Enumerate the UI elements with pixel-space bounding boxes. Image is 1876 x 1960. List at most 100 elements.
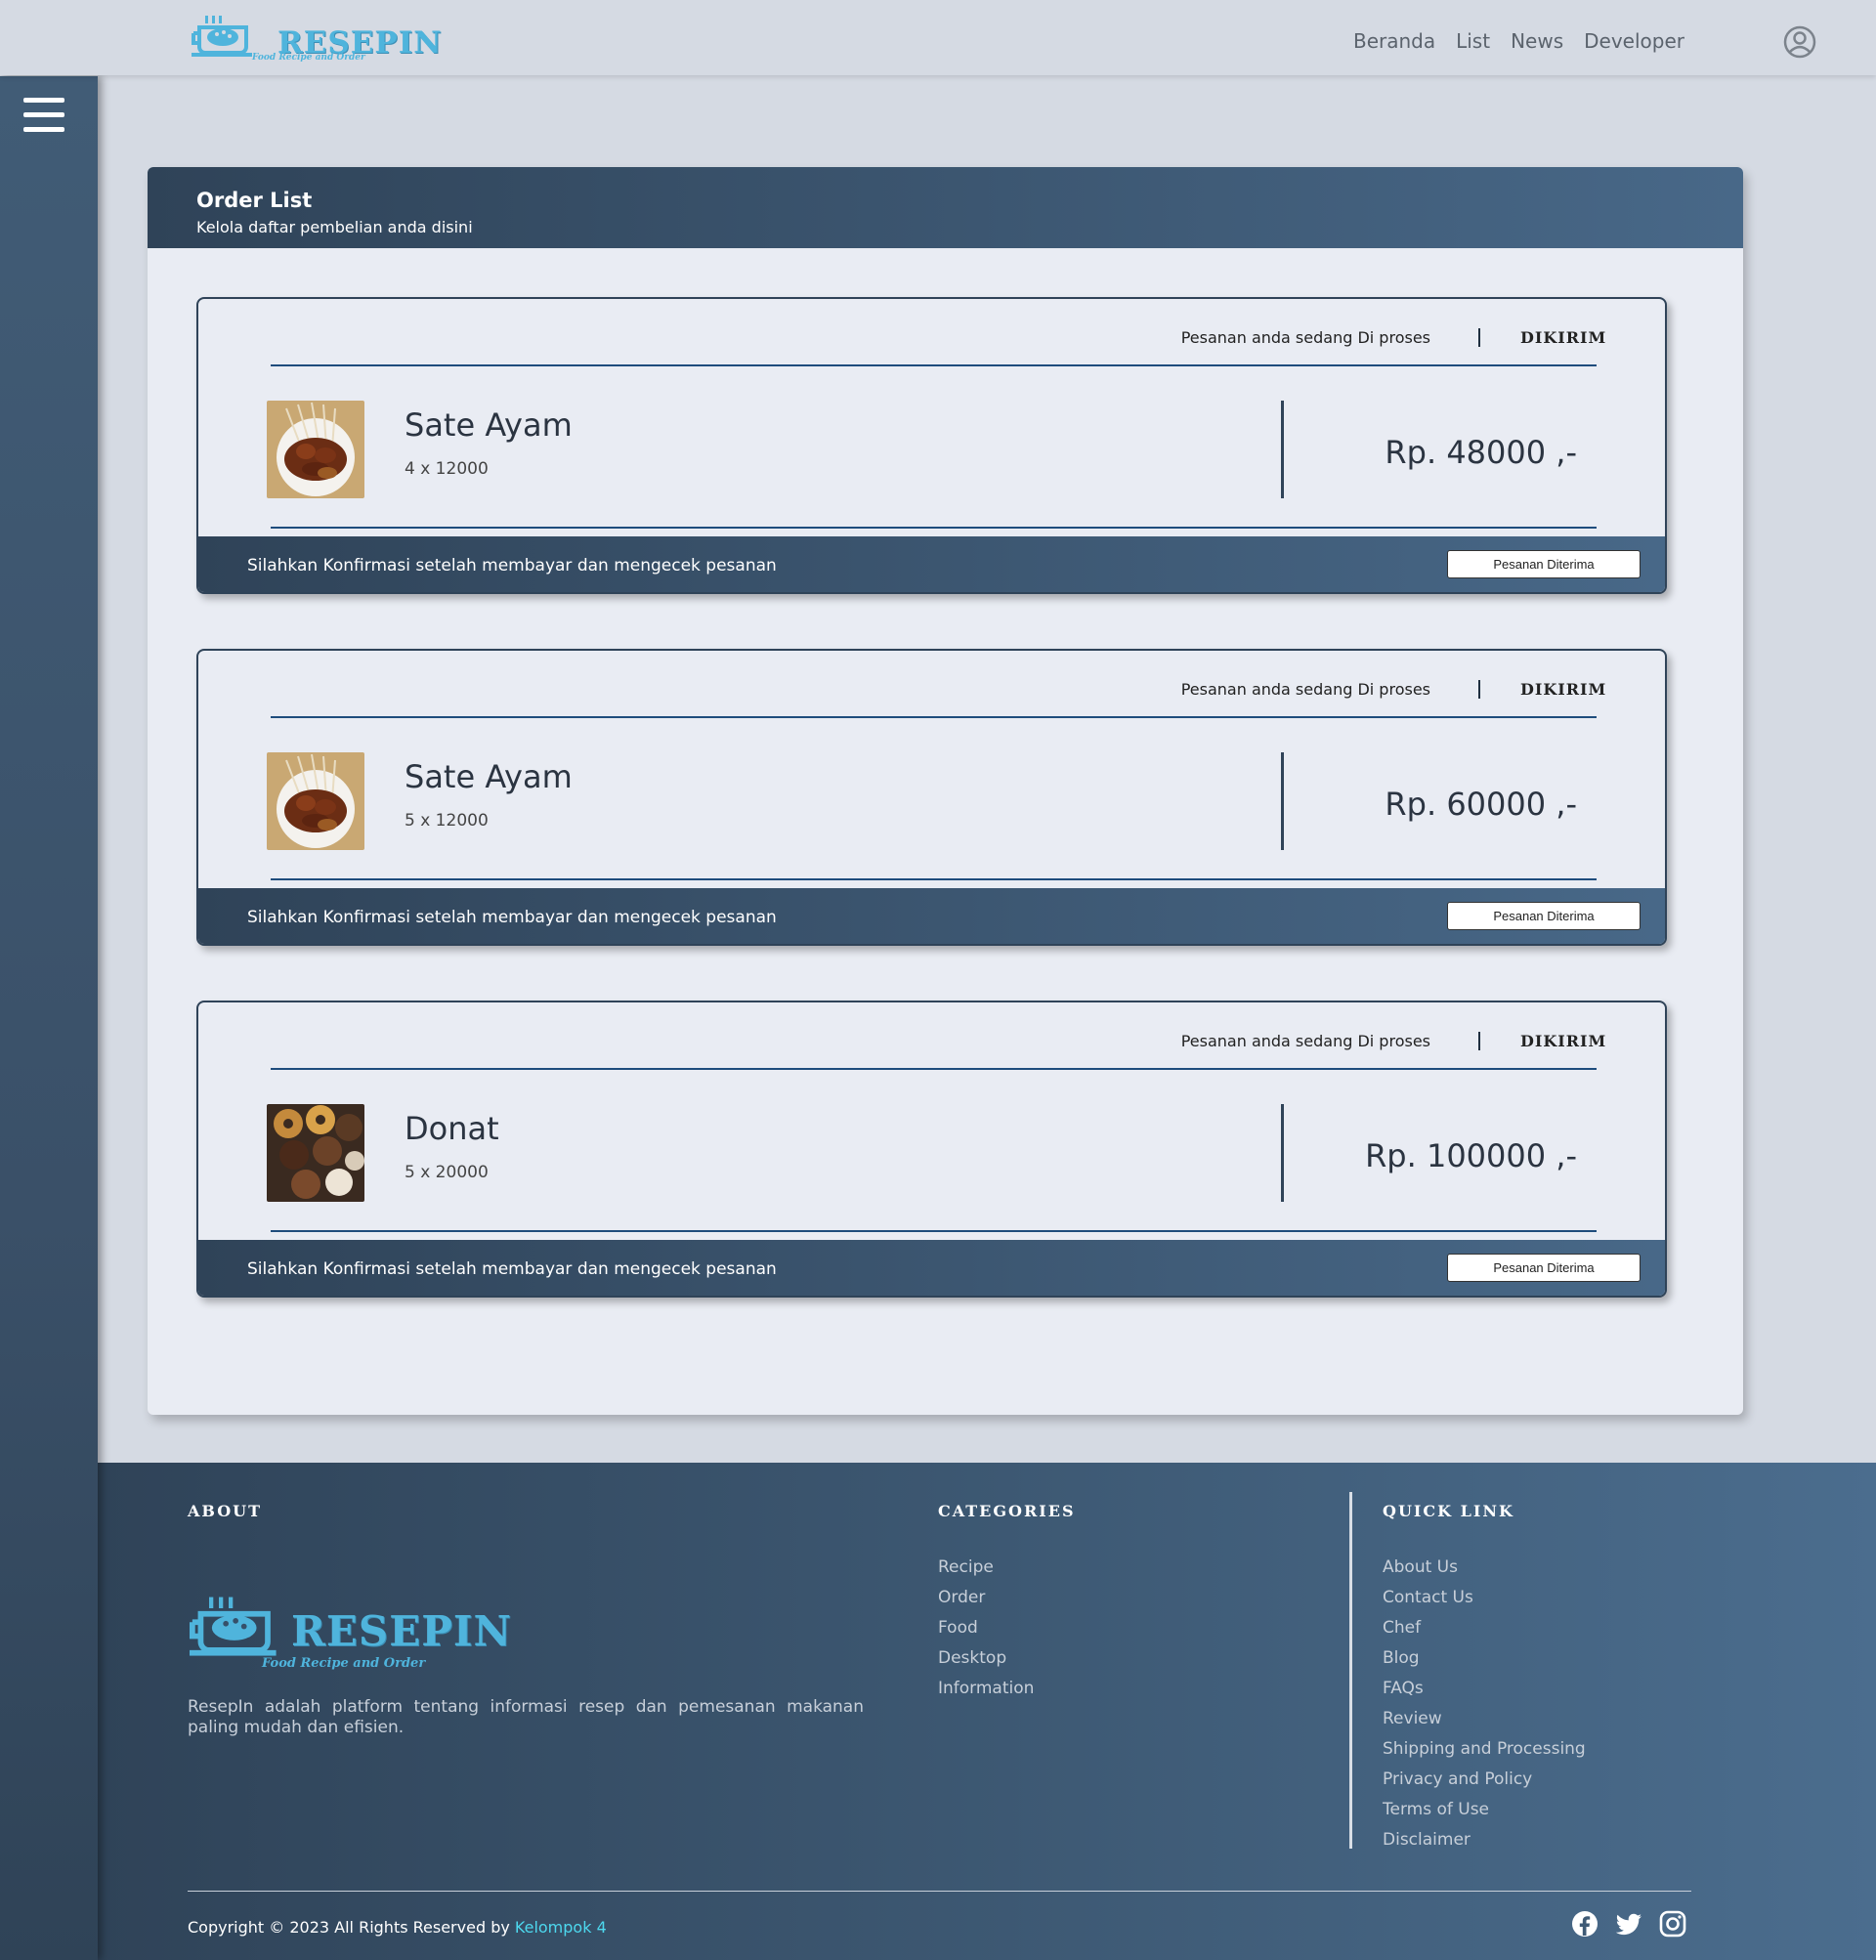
copyright-text: Copyright © 2023 All Rights Reserved by …: [188, 1918, 607, 1937]
category-link-information[interactable]: Information: [938, 1679, 1034, 1698]
quicklink-blog[interactable]: Blog: [1383, 1648, 1420, 1668]
quick-link-list: About Us Contact Us Chef Blog FAQs Revie…: [1383, 1553, 1586, 1855]
status-separator: [1478, 680, 1480, 699]
status-separator: [1478, 328, 1480, 347]
order-status-text: Pesanan anda sedang Di proses: [1180, 328, 1430, 347]
copyright-label: Copyright © 2023 All Rights Reserved by: [188, 1918, 510, 1937]
sate-ayam-image: [267, 401, 364, 498]
order-card-footer: Silahkan Konfirmasi setelah membayar dan…: [198, 888, 1665, 944]
item-name: Sate Ayam: [405, 758, 573, 795]
top-navbar: RESEPIN Food Recipe and Order Beranda Li…: [0, 0, 1876, 75]
copyright-author-link[interactable]: Kelompok 4: [515, 1918, 607, 1937]
order-card: Pesanan anda sedang Di proses DIKIRIM Sa…: [196, 297, 1667, 594]
list-item: About Us: [1383, 1553, 1586, 1583]
price-divider: [1281, 752, 1284, 850]
list-item: Privacy and Policy: [1383, 1765, 1586, 1795]
page-title: Order List: [196, 189, 313, 212]
order-status-text: Pesanan anda sedang Di proses: [1180, 1032, 1430, 1050]
list-item: Contact Us: [1383, 1583, 1586, 1613]
order-received-button[interactable]: Pesanan Diterima: [1447, 1254, 1641, 1282]
footer-brand-tagline: Food Recipe and Order: [262, 1656, 426, 1671]
sidebar: [0, 76, 98, 1960]
quick-link-heading: QUICK LINK: [1383, 1502, 1514, 1520]
divider: [271, 1068, 1597, 1070]
twitter-icon[interactable]: [1615, 1910, 1642, 1938]
order-list-header: Order List Kelola daftar pembelian anda …: [148, 167, 1743, 248]
order-list-panel: Order List Kelola daftar pembelian anda …: [148, 167, 1743, 1415]
hamburger-menu-icon[interactable]: [23, 98, 64, 133]
food-tray-logo-icon: [190, 1597, 277, 1656]
quicklink-terms[interactable]: Terms of Use: [1383, 1800, 1489, 1819]
list-item: Disclaimer: [1383, 1825, 1586, 1855]
status-badge: DIKIRIM: [1520, 1032, 1607, 1050]
order-received-button[interactable]: Pesanan Diterima: [1447, 550, 1641, 578]
status-badge: DIKIRIM: [1520, 680, 1607, 699]
category-link-recipe[interactable]: Recipe: [938, 1557, 994, 1577]
list-item: Order: [938, 1583, 1034, 1613]
confirm-instruction: Silahkan Konfirmasi setelah membayar dan…: [247, 1259, 777, 1279]
item-name: Donat: [405, 1110, 499, 1147]
categories-heading: CATEGORIES: [938, 1502, 1076, 1520]
order-card: Pesanan anda sedang Di proses DIKIRIM Do…: [196, 1001, 1667, 1298]
list-item: Information: [938, 1674, 1034, 1704]
category-link-food[interactable]: Food: [938, 1618, 978, 1638]
status-separator: [1478, 1032, 1480, 1050]
nav-link-news[interactable]: News: [1511, 29, 1563, 53]
nav-link-developer[interactable]: Developer: [1584, 29, 1684, 53]
order-total-price: Rp. 60000 ,-: [1385, 786, 1577, 823]
footer-column-divider: [1349, 1492, 1352, 1849]
list-item: Recipe: [938, 1553, 1034, 1583]
order-card-footer: Silahkan Konfirmasi setelah membayar dan…: [198, 536, 1665, 592]
user-circle-icon[interactable]: [1783, 25, 1816, 59]
category-link-order[interactable]: Order: [938, 1588, 985, 1607]
footer-brand-wordmark: RESEPIN: [291, 1607, 512, 1655]
divider: [271, 716, 1597, 718]
footer-brand-logo: RESEPIN Food Recipe and Order: [190, 1594, 511, 1672]
category-link-desktop[interactable]: Desktop: [938, 1648, 1006, 1668]
quicklink-shipping[interactable]: Shipping and Processing: [1383, 1739, 1586, 1759]
sate-ayam-image: [267, 752, 364, 850]
facebook-icon[interactable]: [1571, 1910, 1599, 1938]
list-item: Shipping and Processing: [1383, 1734, 1586, 1765]
confirm-instruction: Silahkan Konfirmasi setelah membayar dan…: [247, 556, 777, 575]
order-card: Pesanan anda sedang Di proses DIKIRIM Sa…: [196, 649, 1667, 946]
item-quantity: 4 x 12000: [405, 459, 489, 479]
nav-link-beranda[interactable]: Beranda: [1353, 29, 1435, 53]
divider: [271, 527, 1597, 529]
instagram-icon[interactable]: [1659, 1910, 1686, 1938]
nav-link-list[interactable]: List: [1456, 29, 1490, 53]
about-heading: ABOUT: [188, 1502, 263, 1520]
quicklink-chef[interactable]: Chef: [1383, 1618, 1421, 1638]
site-footer: ABOUT RESEPIN Food Recipe and Order Rese…: [98, 1463, 1876, 1960]
order-received-button[interactable]: Pesanan Diterima: [1447, 902, 1641, 930]
divider: [271, 878, 1597, 880]
quicklink-disclaimer[interactable]: Disclaimer: [1383, 1830, 1471, 1850]
quicklink-contact-us[interactable]: Contact Us: [1383, 1588, 1473, 1607]
about-description: ResepIn adalah platform tentang informas…: [188, 1697, 864, 1737]
order-total-price: Rp. 48000 ,-: [1385, 434, 1577, 471]
list-item: Blog: [1383, 1643, 1586, 1674]
status-badge: DIKIRIM: [1520, 328, 1607, 347]
divider: [271, 1230, 1597, 1232]
page-subtitle: Kelola daftar pembelian anda disini: [196, 218, 473, 236]
order-total-price: Rp. 100000 ,-: [1365, 1137, 1577, 1174]
divider: [271, 364, 1597, 366]
list-item: Chef: [1383, 1613, 1586, 1643]
main-nav: Beranda List News Developer: [1353, 29, 1684, 53]
confirm-instruction: Silahkan Konfirmasi setelah membayar dan…: [247, 908, 777, 927]
list-item: Desktop: [938, 1643, 1034, 1674]
quicklink-about-us[interactable]: About Us: [1383, 1557, 1458, 1577]
footer-divider: [188, 1891, 1691, 1892]
quicklink-faqs[interactable]: FAQs: [1383, 1679, 1424, 1698]
order-card-footer: Silahkan Konfirmasi setelah membayar dan…: [198, 1240, 1665, 1296]
list-item: Review: [1383, 1704, 1586, 1734]
item-quantity: 5 x 12000: [405, 811, 489, 831]
brand-logo[interactable]: RESEPIN Food Recipe and Order: [192, 16, 442, 64]
food-tray-logo-icon: [192, 16, 252, 57]
item-name: Sate Ayam: [405, 406, 573, 444]
quicklink-privacy[interactable]: Privacy and Policy: [1383, 1769, 1532, 1789]
quicklink-review[interactable]: Review: [1383, 1709, 1442, 1728]
list-item: Food: [938, 1613, 1034, 1643]
price-divider: [1281, 401, 1284, 498]
list-item: Terms of Use: [1383, 1795, 1586, 1825]
